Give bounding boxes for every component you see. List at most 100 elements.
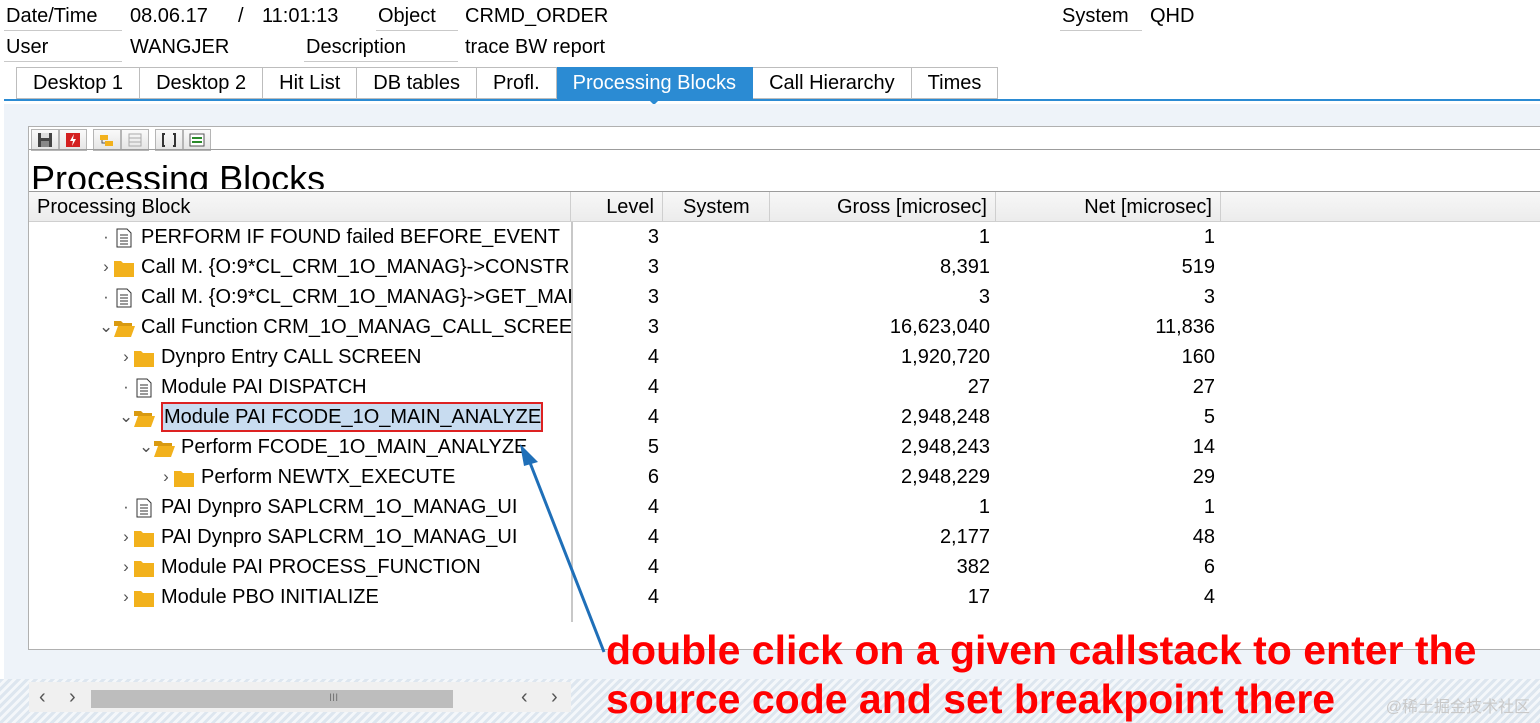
tree-cell[interactable]: › Module PAI PROCESS_FUNCTION (29, 552, 571, 582)
net-cell: 48 (1192, 526, 1215, 548)
level-cell: 6 (647, 466, 659, 488)
column-header-filler (1221, 192, 1540, 222)
system-cell (663, 492, 770, 522)
tab-db-tables[interactable]: DB tables (357, 67, 477, 99)
processing-block-label[interactable]: PERFORM IF FOUND failed BEFORE_EVENT (141, 222, 560, 252)
table-row[interactable]: › Module PAI PROCESS_FUNCTION 4 382 6 (29, 552, 1540, 582)
collapse-chevron-icon[interactable]: ⌄ (119, 402, 133, 432)
tab-hit-list[interactable]: Hit List (263, 67, 358, 99)
column-header-system[interactable]: System (663, 192, 770, 222)
collapse-icon[interactable] (155, 129, 183, 151)
processing-block-label-selected[interactable]: Module PAI FCODE_1O_MAIN_ANALYZE (161, 402, 544, 432)
tab-processing-blocks[interactable]: Processing Blocks (556, 67, 754, 105)
table-row[interactable]: › PAI Dynpro SAPLCRM_1O_MANAG_UI 4 2,177 48 (29, 522, 1540, 552)
level-cell: 5 (647, 436, 659, 458)
tree-cell[interactable]: ⌄ Call Function CRM_1O_MANAG_CALL_SCREEN_… (29, 312, 571, 342)
leaf-dot-icon: · (123, 497, 129, 516)
collapse-chevron-icon[interactable]: ⌄ (99, 312, 113, 342)
expand-icon[interactable] (93, 129, 121, 151)
table-row[interactable]: · Call M. {O:9*CL_CRM_1O_MANAG}->GET_MAIN… (29, 282, 1540, 312)
table-row[interactable]: · PERFORM IF FOUND failed BEFORE_EVENT 3 1 1 (29, 222, 1540, 252)
tab-desktop-1[interactable]: Desktop 1 (17, 67, 141, 99)
processing-block-label[interactable]: Call Function CRM_1O_MANAG_CALL_SCREEN_U… (141, 312, 571, 342)
scroll-right-icon-2[interactable]: › (551, 686, 558, 709)
save-icon[interactable] (31, 129, 59, 151)
annotation-text: double click on a given callstack to ent… (606, 626, 1476, 723)
tab-desktop-2[interactable]: Desktop 2 (140, 67, 264, 99)
tree-cell[interactable]: · PAI Dynpro SAPLCRM_1O_MANAG_UI (29, 492, 571, 522)
tree-cell[interactable]: › Perform NEWTX_EXECUTE (29, 462, 571, 492)
processing-block-label[interactable]: Call M. {O:9*CL_CRM_1O_MANAG}->CONSTRUCT… (141, 252, 571, 282)
table-row[interactable]: · PAI Dynpro SAPLCRM_1O_MANAG_UI 4 1 1 (29, 492, 1540, 522)
table-row[interactable]: ⌄ Perform FCODE_1O_MAIN_ANALYZE 5 2,948,243… (29, 432, 1540, 462)
collapse-chevron-icon[interactable]: ⌄ (139, 432, 153, 462)
scroll-right-icon[interactable]: › (69, 686, 76, 709)
expand-chevron-icon[interactable]: › (99, 252, 113, 282)
leaf-dot-icon: · (103, 287, 109, 306)
tree-cell[interactable]: · Module PAI DISPATCH (29, 372, 571, 402)
table-row[interactable]: ⌄ Call Function CRM_1O_MANAG_CALL_SCREEN_… (29, 312, 1540, 342)
table-row[interactable]: › Module PBO INITIALIZE 4 17 4 (29, 582, 1540, 612)
table-row[interactable]: › Perform NEWTX_EXECUTE 6 2,948,229 29 (29, 462, 1540, 492)
expand-chevron-icon[interactable]: › (119, 552, 133, 582)
level-cell: 4 (647, 586, 659, 608)
page-title: Processing Blocks (31, 159, 326, 189)
tree-cell[interactable]: ⌄ Perform FCODE_1O_MAIN_ANALYZE (29, 432, 571, 462)
table-icon[interactable] (121, 129, 149, 151)
gross-cell: 16,623,040 (889, 316, 990, 338)
expand-chevron-icon[interactable]: › (119, 582, 133, 612)
processing-block-label[interactable]: Perform FCODE_1O_MAIN_ANALYZE (181, 432, 527, 462)
table-row[interactable]: › Dynpro Entry CALL SCREEN 4 1,920,720 160 (29, 342, 1540, 372)
table-row[interactable]: › Call M. {O:9*CL_CRM_1O_MANAG}->CONSTRUC… (29, 252, 1540, 282)
net-cell: 29 (1192, 466, 1215, 488)
level-cell: 4 (647, 556, 659, 578)
net-cell: 27 (1192, 376, 1215, 398)
column-header-processing-block[interactable]: Processing Block (29, 192, 571, 222)
scroll-left-icon-2[interactable]: ‹ (521, 686, 528, 709)
table-row[interactable]: ⌄ Module PAI FCODE_1O_MAIN_ANALYZE 4 2,948,… (29, 402, 1540, 432)
processing-blocks-panel: Processing Blocks Processing Block Level… (28, 126, 1540, 712)
folder-icon (113, 257, 135, 277)
tree-cell[interactable]: ⌄ Module PAI FCODE_1O_MAIN_ANALYZE (29, 402, 571, 432)
system-value: QHD (1150, 5, 1195, 27)
scrollbar-thumb[interactable]: III (91, 690, 453, 708)
tab-profl[interactable]: Profl. (476, 67, 557, 99)
level-cell: 3 (647, 286, 659, 308)
net-cell: 3 (1203, 286, 1215, 308)
processing-block-label[interactable]: Module PAI DISPATCH (161, 372, 367, 402)
tree-cell[interactable]: › Call M. {O:9*CL_CRM_1O_MANAG}->CONSTRUC… (29, 252, 571, 282)
column-header-level[interactable]: Level (571, 192, 663, 222)
tab-times[interactable]: Times (911, 67, 999, 99)
processing-block-label[interactable]: Perform NEWTX_EXECUTE (201, 462, 455, 492)
system-cell (663, 462, 770, 492)
scroll-left-icon[interactable]: ‹ (39, 686, 46, 709)
expand-chevron-icon[interactable]: › (119, 522, 133, 552)
processing-block-label[interactable]: PAI Dynpro SAPLCRM_1O_MANAG_UI (161, 492, 517, 522)
gross-cell: 1,920,720 (901, 346, 990, 368)
table-row[interactable]: · Module PAI DISPATCH 4 27 27 (29, 372, 1540, 402)
settings-icon[interactable] (183, 129, 211, 151)
tree-column-divider[interactable] (571, 222, 573, 622)
tree-cell[interactable]: › PAI Dynpro SAPLCRM_1O_MANAG_UI (29, 522, 571, 552)
leaf-dot-icon: · (123, 377, 129, 396)
processing-block-label[interactable]: Module PAI PROCESS_FUNCTION (161, 552, 481, 582)
tree-cell[interactable]: › Dynpro Entry CALL SCREEN (29, 342, 571, 372)
tree-cell[interactable]: › Module PBO INITIALIZE (29, 582, 571, 612)
expand-chevron-icon[interactable]: › (119, 342, 133, 372)
processing-block-label[interactable]: PAI Dynpro SAPLCRM_1O_MANAG_UI (161, 522, 517, 552)
expand-chevron-icon[interactable]: › (159, 462, 173, 492)
system-cell (663, 342, 770, 372)
tree-cell[interactable]: · PERFORM IF FOUND failed BEFORE_EVENT (29, 222, 571, 252)
horizontal-scrollbar[interactable]: ‹ › III ‹ › (29, 682, 571, 712)
column-header-gross[interactable]: Gross [microsec] (770, 192, 996, 222)
tree-cell[interactable]: · Call M. {O:9*CL_CRM_1O_MANAG}->GET_MAIN (29, 282, 571, 312)
level-cell: 4 (647, 526, 659, 548)
processing-block-label[interactable]: Call M. {O:9*CL_CRM_1O_MANAG}->GET_MAIN (141, 282, 571, 312)
processing-block-label[interactable]: Dynpro Entry CALL SCREEN (161, 342, 421, 372)
tab-call-hierarchy[interactable]: Call Hierarchy (753, 67, 912, 99)
processing-block-label[interactable]: Module PBO INITIALIZE (161, 582, 379, 612)
net-cell: 1 (1203, 496, 1215, 518)
column-header-net[interactable]: Net [microsec] (996, 192, 1221, 222)
folder-icon (133, 587, 155, 607)
delete-icon[interactable] (59, 129, 87, 151)
